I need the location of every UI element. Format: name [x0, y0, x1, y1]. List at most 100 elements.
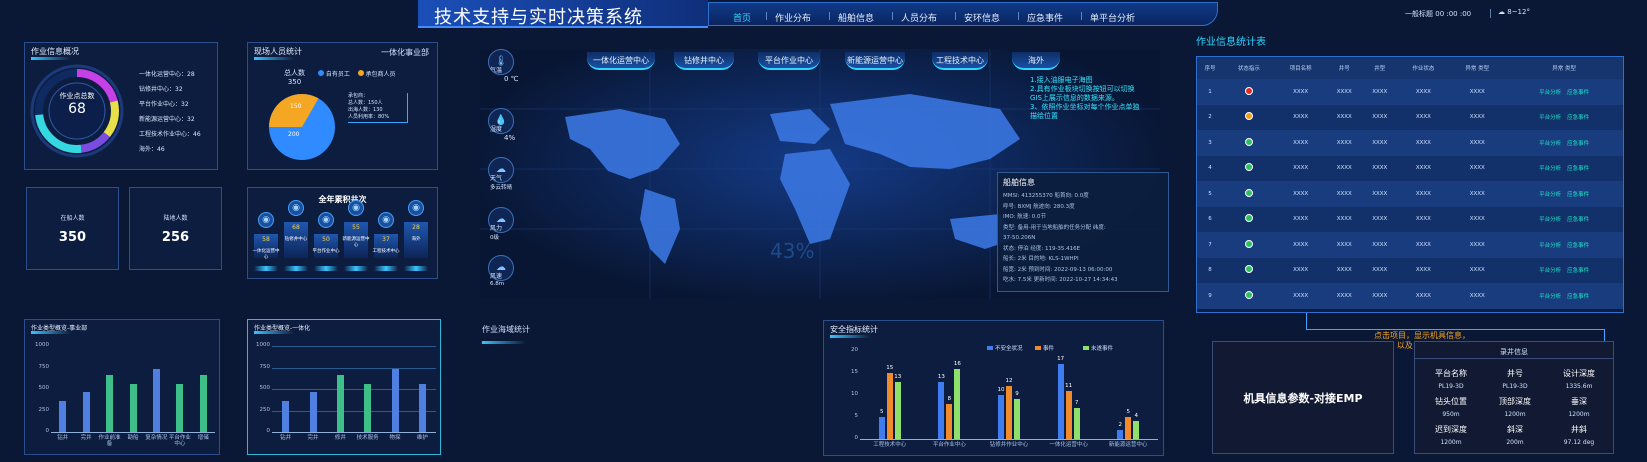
status-dot [1244, 214, 1253, 223]
data-cell: XXXX [1293, 88, 1309, 95]
overview-list: 一体化运营中心：28 钻修井中心：32 平台作业中心：32 新能源运营中心：32… [139, 67, 201, 157]
emergency-link[interactable]: 应急事件 [1567, 166, 1589, 172]
clock-label: 一般标题 [1405, 10, 1433, 18]
status-dot [1244, 290, 1253, 299]
table-row[interactable]: 8 XXXX XXXX XXXX XXXX XXXX 平台分析 应急事件 [1197, 257, 1623, 283]
logging-key: 井斜 [1571, 425, 1587, 434]
table-row[interactable]: 5 XXXX XXXX XXXX XXXX XXXX 平台分析 应急事件 [1197, 181, 1623, 207]
data-cell: XXXX [1415, 216, 1431, 223]
logging-key: 斜深 [1507, 425, 1523, 434]
chart-bar [1065, 390, 1072, 439]
table-row[interactable]: 7 XXXX XXXX XXXX XXXX XXXX 平台分析 应急事件 [1197, 232, 1623, 258]
pie-label-own: 200 [288, 131, 300, 138]
table-row[interactable]: 4 XXXX XXXX XXXX XXXX XXXX 平台分析 应急事件 [1197, 155, 1623, 181]
chart-bar [336, 375, 344, 432]
table-header-cell: 异常 类型 [1552, 66, 1576, 72]
emergency-link[interactable]: 应急事件 [1567, 268, 1589, 274]
safety-chart-area: 0 5 10 15 20 5 15 13 工程技术中心 13 8 16 平台作业中心 10 12 9 钻修井作业… [824, 321, 1165, 457]
well-label: 工程技术中心 [372, 249, 400, 254]
platform-analysis-link[interactable]: 平台分析 [1539, 217, 1561, 223]
data-cell: XXXX [1293, 241, 1309, 248]
nav-work-distribution[interactable]: 作业分布 [775, 11, 811, 24]
chart-bar [391, 369, 399, 432]
map-tab-engineering[interactable]: 工程技术中心 [932, 52, 988, 70]
emergency-link[interactable]: 应急事件 [1567, 192, 1589, 198]
grid-line [272, 389, 436, 390]
nav-platform-analysis[interactable]: 单平台分析 [1090, 11, 1135, 24]
nav-emergency[interactable]: 应急事件 [1027, 11, 1063, 24]
overview-item: 海外：46 [139, 146, 165, 153]
platform-analysis-link[interactable]: 平台分析 [1539, 115, 1561, 121]
nav-hse[interactable]: 安环信息 [964, 11, 1000, 24]
clock-time: 00 :00 :00 [1435, 10, 1472, 18]
data-cell: XXXX [1469, 190, 1485, 197]
row-number: 8 [1208, 267, 1212, 274]
logging-value: 1335.6m [1565, 383, 1593, 390]
emergency-link[interactable]: 应急事件 [1567, 141, 1589, 147]
platform-analysis-link[interactable]: 平台分析 [1539, 268, 1561, 274]
stats-table-title: 作业信息统计表 [1196, 37, 1266, 48]
map-tab-drilling[interactable]: 钻修井中心 [674, 52, 734, 70]
nav-personnel[interactable]: 人员分布 [901, 11, 937, 24]
status-cell [1223, 207, 1275, 233]
data-label: 13 [894, 373, 902, 380]
map-note: 1.接入油服电子海图 [1030, 76, 1093, 84]
stats-table: 序号 状态指示 项目名称 井号 井型 作业状态 异常 类型 异常 类型 1 XXXX XXXX XX… [1197, 57, 1623, 309]
table-row[interactable]: 6 XXXX XXXX XXXX XXXX XXXX 平台分析 应急事件 [1197, 206, 1623, 233]
emergency-link[interactable]: 应急事件 [1567, 217, 1589, 223]
table-row[interactable]: 1 XXXX XXXX XXXX XXXX XXXX 平台分析 应急事件 [1197, 79, 1623, 105]
logging-item: 斜深 200m [1485, 424, 1545, 446]
table-row[interactable]: 2 XXXX XXXX XXXX XXXX XXXX 平台分析 应急事件 [1197, 104, 1623, 130]
logging-item: 井号 PL19-3D [1485, 368, 1545, 390]
platform-analysis-link[interactable]: 平台分析 [1539, 141, 1561, 147]
emergency-link[interactable]: 应急事件 [1567, 243, 1589, 249]
x-tick-label: 工程技术中心 [873, 442, 907, 448]
map-tab-new-energy[interactable]: 新能源运营中心 [845, 52, 905, 70]
emergency-link[interactable]: 应急事件 [1567, 115, 1589, 121]
emergency-link[interactable]: 应急事件 [1567, 90, 1589, 96]
data-label: 4 [1134, 413, 1138, 420]
row-number: 6 [1208, 216, 1212, 223]
nav-ship-info[interactable]: 船舶信息 [838, 11, 874, 24]
ship-title: 船舶信息 [1003, 178, 1035, 187]
ship-row: 类型: 备用-用于当地船舶的任务分配 纬度: [1003, 224, 1106, 231]
data-label: 11 [1065, 382, 1073, 389]
row-number: 2 [1208, 114, 1212, 121]
platform-analysis-link[interactable]: 平台分析 [1539, 90, 1561, 96]
platform-analysis-link[interactable]: 平台分析 [1539, 294, 1561, 300]
well-icon: ◉ [258, 212, 274, 228]
emergency-link[interactable]: 应急事件 [1567, 294, 1589, 300]
sidebar-label: 风力 [490, 225, 503, 232]
total-value: 350 [287, 78, 302, 86]
nav-home[interactable]: 首页 [733, 11, 751, 24]
table-row[interactable]: 9 XXXX XXXX XXXX XXXX XXXX 平台分析 应急事件 [1197, 283, 1623, 309]
chart-bar [998, 395, 1004, 439]
x-tick-label: 修井 [334, 435, 346, 441]
table-row[interactable]: 3 XXXX XXXX XXXX XXXX XXXX 平台分析 应急事件 [1197, 130, 1623, 156]
map-tab-integrated[interactable]: 一体化运营中心 [587, 52, 655, 70]
header-clock: 一般标题 00 :00 :00 [1405, 9, 1471, 19]
wells-panel: 全年累积井次 ◉ 58 一体化运营中心 ◉ 68 钻修井中心 ◉ 50 平台作业中心 ◉ 55 新能源… [247, 187, 438, 279]
platform-analysis-link[interactable]: 平台分析 [1539, 243, 1561, 249]
well-value: 28 [412, 224, 420, 231]
data-cell: XXXX [1336, 216, 1352, 223]
well-base [254, 266, 278, 271]
data-cell: XXXX [1415, 88, 1431, 95]
well-value: 68 [292, 224, 300, 231]
platform-analysis-link[interactable]: 平台分析 [1539, 192, 1561, 198]
table-header-cell: 作业状态 [1412, 66, 1435, 72]
map-watermark: 43% [770, 239, 815, 263]
stats-header-row: 序号 状态指示 项目名称 井号 井型 作业状态 异常 类型 异常 类型 [1197, 57, 1623, 79]
map-tab-platform[interactable]: 平台作业中心 [758, 52, 820, 70]
data-cell: XXXX [1372, 139, 1388, 146]
well-icon: ◉ [378, 212, 394, 228]
map-tab-overseas[interactable]: 海外 [1012, 52, 1060, 70]
overview-panel: 作业信息概况 作业点总数 68 一体化运营中心：28 钻修井中心：32 平台作业… [24, 42, 218, 170]
action-cell: 平台分析 应急事件 [1505, 79, 1623, 105]
y-tick-label: 1000 [256, 342, 270, 348]
ship-row: 船宽: 2米 预到时间: 2022-09-13 06:00:00 [1003, 266, 1113, 273]
ship-row: 呼号: BXMJ 航迹向: 280.3度 [1003, 203, 1075, 210]
data-cell: XXXX [1415, 165, 1431, 172]
platform-analysis-link[interactable]: 平台分析 [1539, 166, 1561, 172]
chart-bar [1133, 421, 1140, 439]
